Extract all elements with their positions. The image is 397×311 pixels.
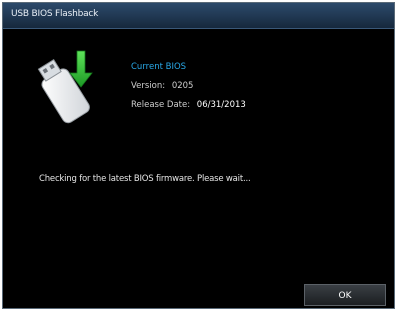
version-label: Version: [131,81,166,91]
window-title: USB BIOS Flashback [11,9,99,19]
status-message: Checking for the latest BIOS firmware. P… [39,174,251,184]
release-date-row: Release Date: 06/31/2013 [131,96,246,115]
version-value: 0205 [171,81,194,91]
release-date-label: Release Date: [131,100,191,110]
ok-button[interactable]: OK [304,284,386,306]
usb-bios-flashback-window: USB BIOS Flashback Current BIOS Version:… [2,2,395,309]
current-bios-heading: Current BIOS [131,62,187,72]
release-date-value: 06/31/2013 [196,100,246,110]
usb-drive-download-icon [33,47,103,127]
bios-info-panel: Current BIOS Version: 0205 Release Date:… [131,58,246,115]
bios-version-row: Version: 0205 [131,77,246,96]
title-bar: USB BIOS Flashback [3,3,394,29]
